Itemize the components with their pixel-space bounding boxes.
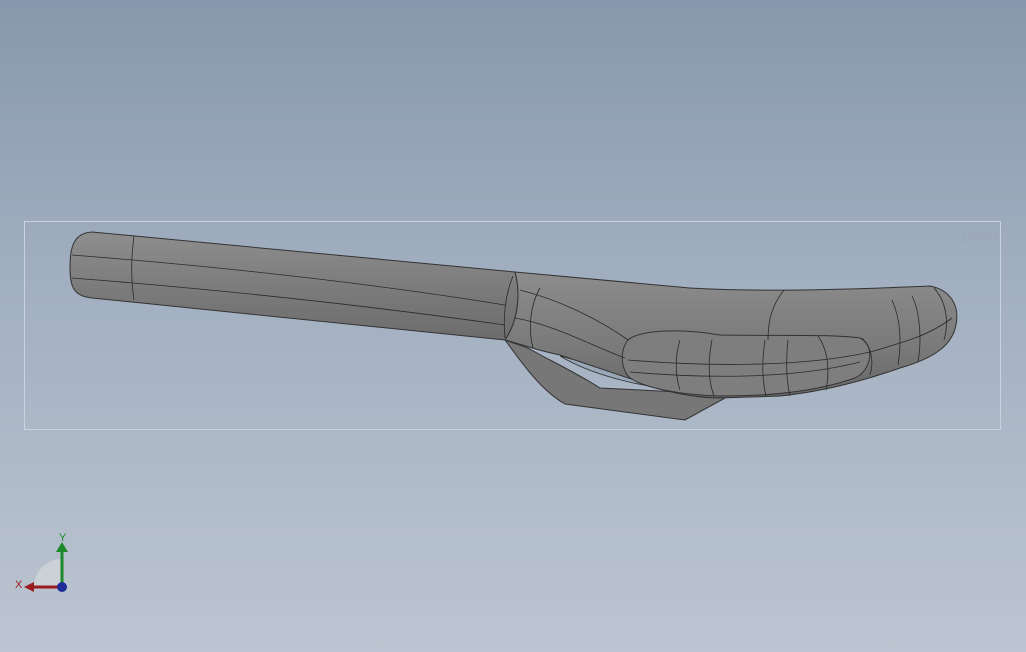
triad-quadrant <box>34 559 62 587</box>
saddle-model[interactable] <box>0 0 1026 652</box>
x-axis-arrow <box>24 582 34 592</box>
graphics-viewport[interactable]: Plane1 Y X <box>0 0 1026 652</box>
y-axis-label: Y <box>59 532 67 544</box>
x-axis-label: X <box>15 579 23 591</box>
axis-triad[interactable]: Y X <box>12 528 76 598</box>
z-axis-dot <box>57 582 67 592</box>
saddle-nose <box>69 231 519 341</box>
